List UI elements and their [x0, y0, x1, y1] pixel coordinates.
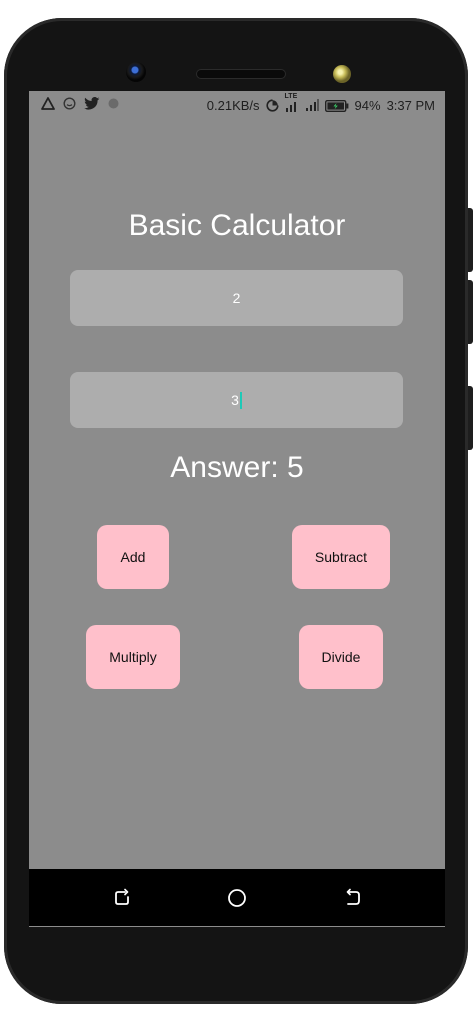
status-bar: 0.21KB/s LTE 94% 3:37 PM	[29, 91, 445, 121]
home-icon[interactable]	[226, 887, 248, 909]
signal-icon	[305, 99, 319, 112]
subtract-button[interactable]: Subtract	[292, 525, 390, 589]
volume-up-button	[468, 208, 473, 272]
add-button[interactable]: Add	[97, 525, 169, 589]
page-title: Basic Calculator	[128, 209, 346, 242]
text-cursor	[239, 391, 242, 409]
system-status: 0.21KB/s LTE 94% 3:37 PM	[206, 93, 435, 114]
alert-triangle-icon	[41, 97, 55, 110]
data-saver-icon	[265, 99, 279, 112]
navigation-bar	[29, 869, 445, 926]
dot-icon	[108, 98, 119, 109]
front-camera	[126, 62, 146, 82]
clock: 3:37 PM	[386, 98, 435, 113]
first-number-value: 2	[232, 290, 241, 306]
lte-signal-icon: LTE	[285, 93, 299, 113]
divide-button[interactable]: Divide	[299, 625, 383, 689]
second-number-value: 3	[231, 392, 239, 408]
app-screen: 0.21KB/s LTE 94% 3:37 PM Basic Calculato…	[29, 91, 445, 927]
battery-icon	[324, 99, 349, 112]
first-number-input[interactable]: 2	[70, 270, 403, 326]
earpiece-speaker	[197, 70, 285, 78]
network-speed: 0.21KB/s	[206, 98, 260, 113]
smiley-icon	[63, 97, 76, 110]
twitter-bird-icon	[84, 97, 100, 110]
battery-level: 94%	[354, 98, 381, 113]
multiply-button[interactable]: Multiply	[86, 625, 180, 689]
recent-apps-icon[interactable]	[111, 887, 133, 909]
second-number-input[interactable]: 3	[70, 372, 403, 428]
back-icon[interactable]	[342, 887, 364, 909]
proximity-sensor	[333, 65, 351, 83]
answer-label: Answer: 5	[170, 451, 304, 484]
power-button	[468, 386, 473, 450]
notification-icons	[41, 97, 119, 110]
volume-down-button	[468, 280, 473, 344]
